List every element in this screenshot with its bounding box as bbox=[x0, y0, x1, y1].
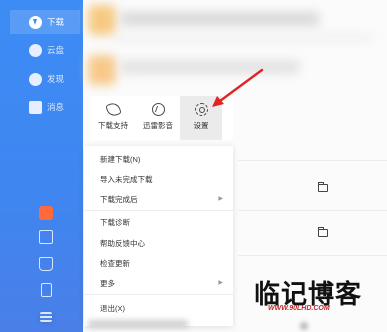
menu-item-check-update[interactable]: 检查更新 bbox=[100, 258, 130, 269]
menu-item-more[interactable]: 更多 bbox=[100, 278, 115, 289]
watermark-url: WWW.90LHD.COM bbox=[268, 305, 330, 312]
menu-item-help-feedback[interactable]: 帮助反馈中心 bbox=[100, 238, 145, 249]
status-bar-blurred bbox=[88, 320, 188, 328]
menu-item-import-unfinished[interactable]: 导入未完成下载 bbox=[100, 174, 153, 185]
menu-item-download-diagnosis[interactable]: 下载诊断 bbox=[100, 217, 130, 228]
menu-item-new-download[interactable]: 新建下载(N) bbox=[100, 154, 140, 165]
chevron-right-icon: ▶ bbox=[218, 280, 223, 286]
menu-item-after-download[interactable]: 下载完成后 bbox=[100, 194, 138, 205]
chevron-right-icon: ▶ bbox=[218, 196, 223, 202]
status-icon bbox=[300, 322, 308, 330]
menu-divider bbox=[84, 294, 233, 295]
menu-item-exit[interactable]: 退出(X) bbox=[100, 303, 125, 314]
menu-divider bbox=[84, 210, 233, 211]
main-dropdown-menu: 新建下载(N) 导入未完成下载 下载完成后 ▶ 下载诊断 帮助反馈中心 检查更新… bbox=[84, 146, 233, 326]
